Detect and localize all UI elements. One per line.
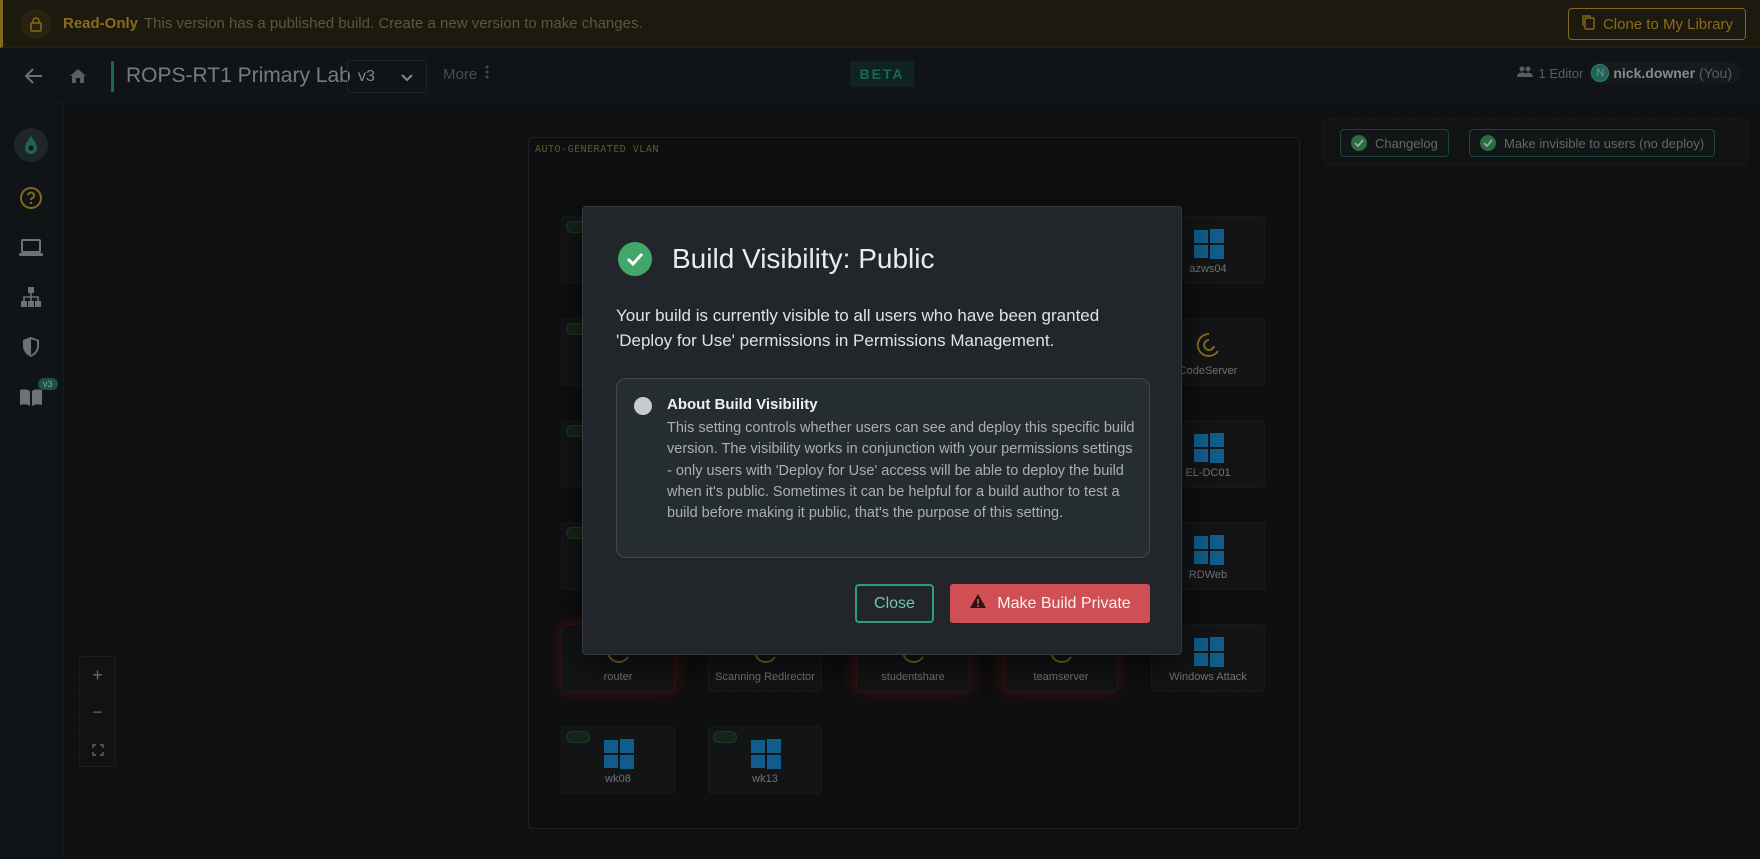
radio-indicator-icon	[634, 397, 652, 415]
make-private-label: Make Build Private	[997, 594, 1131, 612]
warning-icon	[969, 593, 987, 614]
close-button[interactable]: Close	[855, 584, 934, 623]
dialog-description: Your build is currently visible to all u…	[616, 306, 1100, 350]
check-circle-icon	[618, 242, 652, 276]
make-private-button[interactable]: Make Build Private	[950, 584, 1150, 623]
dialog-title: Build Visibility: Public	[672, 243, 935, 274]
about-visibility-box: About Build Visibility This setting cont…	[616, 378, 1150, 558]
build-visibility-dialog: Build Visibility: Public Your build is c…	[582, 206, 1182, 655]
about-body: This setting controls whether users can …	[667, 420, 1135, 522]
about-title: About Build Visibility	[667, 396, 818, 413]
